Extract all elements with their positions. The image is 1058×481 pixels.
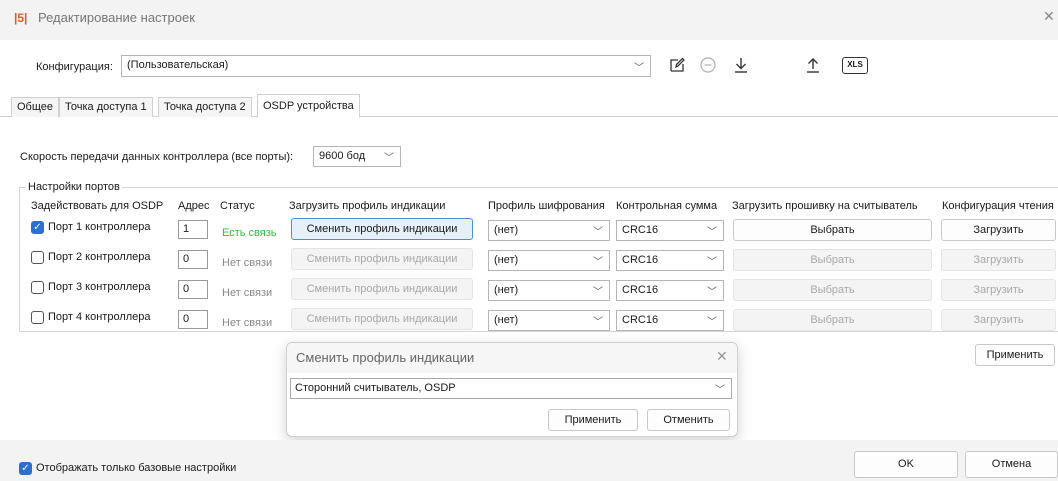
upload-icon[interactable] xyxy=(800,53,826,77)
xls-export-icon[interactable]: XLS xyxy=(842,57,868,74)
port-4-checkbox[interactable] xyxy=(31,311,44,324)
cancel-button[interactable]: Отмена xyxy=(965,451,1058,478)
chevron-down-icon: ﹀ xyxy=(634,63,644,74)
port-1-address-input[interactable]: 1 xyxy=(178,220,208,239)
dialog-apply-button[interactable]: Применить xyxy=(548,409,638,431)
dialog-title: Сменить профиль индикации xyxy=(296,350,475,365)
tab-access-point-1[interactable]: Точка доступа 1 xyxy=(59,97,153,117)
port-4-encryption-value: (нет) xyxy=(494,314,519,326)
header-indication: Загрузить профиль индикации xyxy=(289,200,446,212)
chevron-down-icon: ﹀ xyxy=(593,257,603,268)
tab-osdp-devices[interactable]: OSDP устройства xyxy=(257,94,360,118)
port-3-checksum-select[interactable]: CRC16 ﹀ xyxy=(616,280,724,301)
port-3-config-button[interactable]: Загрузить xyxy=(941,279,1056,301)
dialog-profile-select[interactable]: Сторонний считыватель, OSDP ﹀ xyxy=(290,378,732,399)
port-1-status: Есть связь xyxy=(222,227,277,239)
port-2-checksum-select[interactable]: CRC16 ﹀ xyxy=(616,250,724,271)
dialog-cancel-button[interactable]: Отменить xyxy=(647,409,730,431)
speed-label: Скорость передачи данных контроллера (вс… xyxy=(20,151,294,163)
app-logo: |5| xyxy=(14,11,28,25)
dialog-profile-value: Сторонний считыватель, OSDP xyxy=(295,382,456,394)
port-4-indication-button[interactable]: Сменить профиль индикации xyxy=(291,308,473,330)
port-1-config-button[interactable]: Загрузить xyxy=(941,219,1056,241)
port-4-encryption-select[interactable]: (нет) ﹀ xyxy=(488,310,610,331)
port-2-status: Нет связи xyxy=(222,257,273,269)
chevron-down-icon: ﹀ xyxy=(593,227,603,238)
port-2-encryption-value: (нет) xyxy=(494,254,519,266)
chevron-down-icon: ﹀ xyxy=(715,385,725,396)
speed-select[interactable]: 9600 бод ﹀ xyxy=(313,146,401,167)
header-osdp: Задействовать для OSDP xyxy=(31,200,164,212)
port-2-encryption-select[interactable]: (нет) ﹀ xyxy=(488,250,610,271)
port-2-config-button[interactable]: Загрузить xyxy=(941,249,1056,271)
port-2-address-input[interactable]: 0 xyxy=(178,250,208,269)
chevron-down-icon: ﹀ xyxy=(707,287,717,298)
port-1-checksum-select[interactable]: CRC16 ﹀ xyxy=(616,220,724,241)
config-value: (Пользовательская) xyxy=(127,59,229,71)
port-1-encryption-select[interactable]: (нет) ﹀ xyxy=(488,220,610,241)
tab-general[interactable]: Общее xyxy=(11,97,60,117)
port-3-checkbox[interactable] xyxy=(31,281,44,294)
config-select[interactable]: (Пользовательская) ﹀ xyxy=(121,55,651,77)
port-3-label: Порт 3 контроллера xyxy=(48,281,151,293)
window-close-icon[interactable]: ✕ xyxy=(1043,8,1055,25)
chevron-down-icon: ﹀ xyxy=(593,287,603,298)
tab-access-point-2[interactable]: Точка доступа 2 xyxy=(158,97,252,117)
window-title: Редактирование настроек xyxy=(38,10,195,25)
port-3-firmware-button[interactable]: Выбрать xyxy=(733,279,932,301)
chevron-down-icon: ﹀ xyxy=(707,227,717,238)
chevron-down-icon: ﹀ xyxy=(707,257,717,268)
port-3-checksum-value: CRC16 xyxy=(622,284,659,296)
header-firmware: Загрузить прошивку на считыватель xyxy=(732,200,918,212)
port-4-checksum-select[interactable]: CRC16 ﹀ xyxy=(616,310,724,331)
port-3-status: Нет связи xyxy=(222,287,273,299)
header-read-config: Конфигурация чтения xyxy=(942,200,1054,212)
port-1-indication-button[interactable]: Сменить профиль индикации xyxy=(291,218,473,240)
port-4-config-button[interactable]: Загрузить xyxy=(941,309,1056,331)
port-1-encryption-value: (нет) xyxy=(494,224,519,236)
edit-icon[interactable] xyxy=(664,53,690,77)
chevron-down-icon: ﹀ xyxy=(384,153,394,164)
speed-value: 9600 бод xyxy=(319,150,366,162)
header-encryption: Профиль шифрования xyxy=(488,200,605,212)
config-label: Конфигурация: xyxy=(36,61,113,73)
port-3-encryption-select[interactable]: (нет) ﹀ xyxy=(488,280,610,301)
port-2-indication-button[interactable]: Сменить профиль индикации xyxy=(291,248,473,270)
port-1-firmware-button[interactable]: Выбрать xyxy=(733,219,932,241)
basic-settings-checkbox[interactable]: ✓ xyxy=(19,462,32,475)
remove-icon[interactable] xyxy=(695,53,721,77)
port-2-checkbox[interactable] xyxy=(31,251,44,264)
header-address: Адрес xyxy=(178,200,210,212)
header-checksum: Контрольная сумма xyxy=(616,200,718,212)
ok-button[interactable]: OK xyxy=(854,451,958,478)
port-4-checksum-value: CRC16 xyxy=(622,314,659,326)
port-4-address-input[interactable]: 0 xyxy=(178,310,208,329)
header-status: Статус xyxy=(220,200,255,212)
port-4-label: Порт 4 контроллера xyxy=(48,311,151,323)
ports-group-title: Настройки портов xyxy=(26,181,122,193)
port-1-checksum-value: CRC16 xyxy=(622,224,659,236)
chevron-down-icon: ﹀ xyxy=(707,317,717,328)
port-1-label: Порт 1 контроллера xyxy=(48,221,151,233)
port-2-checksum-value: CRC16 xyxy=(622,254,659,266)
basic-settings-label: Отображать только базовые настройки xyxy=(36,462,237,474)
dialog-close-icon[interactable]: ✕ xyxy=(716,348,728,365)
download-icon[interactable] xyxy=(728,53,754,77)
port-3-address-input[interactable]: 0 xyxy=(178,280,208,299)
port-3-indication-button[interactable]: Сменить профиль индикации xyxy=(291,278,473,300)
port-4-status: Нет связи xyxy=(222,317,273,329)
apply-button[interactable]: Применить xyxy=(975,344,1055,366)
chevron-down-icon: ﹀ xyxy=(593,317,603,328)
port-3-encryption-value: (нет) xyxy=(494,284,519,296)
port-1-checkbox[interactable]: ✓ xyxy=(31,221,44,234)
port-2-firmware-button[interactable]: Выбрать xyxy=(733,249,932,271)
port-2-label: Порт 2 контроллера xyxy=(48,251,151,263)
port-4-firmware-button[interactable]: Выбрать xyxy=(733,309,932,331)
